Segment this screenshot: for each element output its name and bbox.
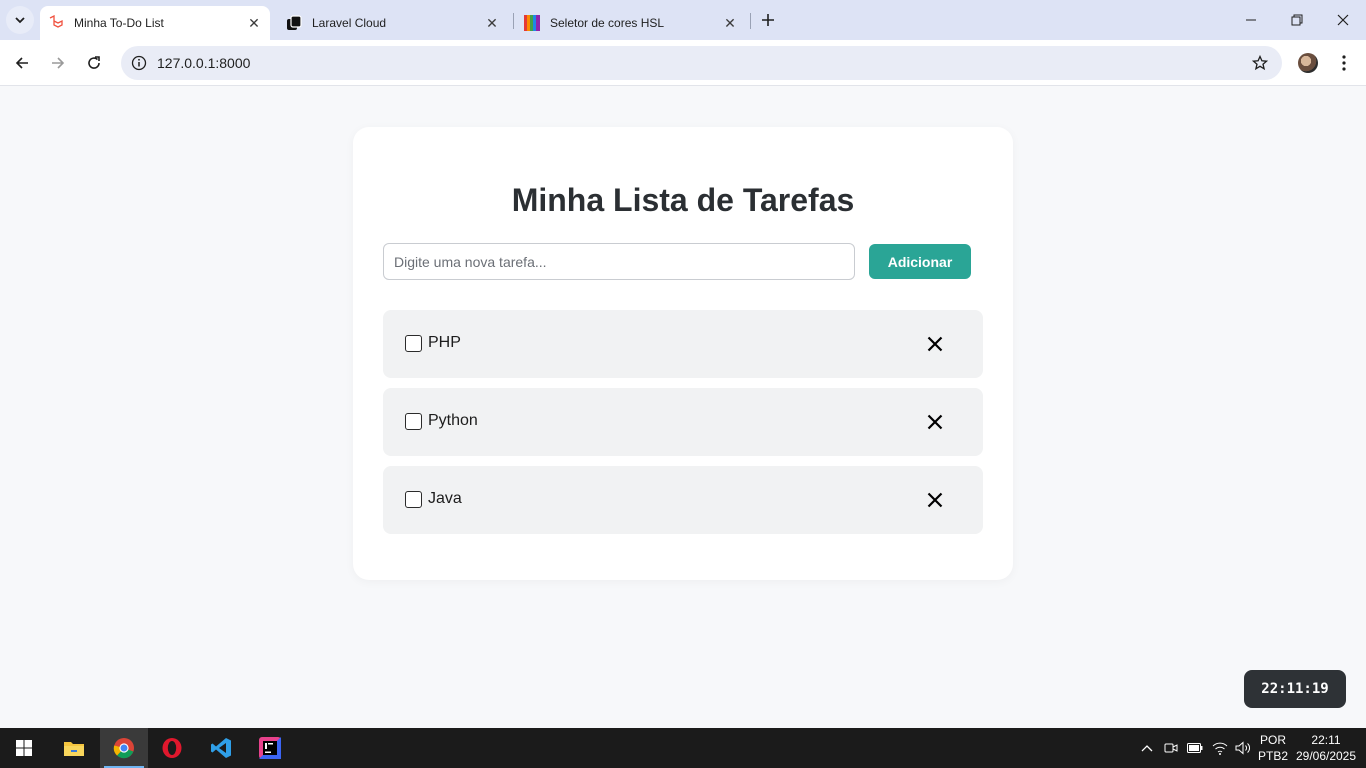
laravel-icon [48, 15, 64, 31]
add-task-button[interactable]: Adicionar [869, 244, 971, 279]
tray-overflow-button[interactable] [1138, 728, 1156, 768]
battery-icon [1187, 743, 1203, 753]
page-title: Minha Lista de Tarefas [511, 182, 855, 218]
browser-tab-bar: Minha To-Do List ✕ Laravel Cloud ✕ Selet… [0, 0, 1366, 40]
close-window-button[interactable] [1320, 0, 1366, 40]
tray-battery[interactable] [1185, 728, 1205, 768]
taskbar-intellij[interactable] [246, 728, 294, 768]
language-code: POR [1259, 733, 1286, 747]
opera-icon [162, 738, 182, 758]
forward-button[interactable] [44, 49, 72, 77]
close-icon [927, 414, 943, 430]
chevron-down-icon [15, 17, 25, 24]
profile-avatar[interactable] [1298, 53, 1318, 73]
back-button[interactable] [8, 49, 36, 77]
task-label: Python [428, 412, 478, 429]
arrow-left-icon [15, 57, 28, 69]
taskbar-vscode[interactable] [197, 728, 245, 768]
restore-button[interactable] [1274, 0, 1320, 40]
tab-title: Seletor de cores HSL [550, 16, 665, 30]
task-label: Java [428, 490, 462, 507]
close-icon[interactable]: ✕ [722, 15, 738, 31]
todo-card: Minha Lista de Tarefas Adicionar PHP Pyt… [353, 127, 1013, 580]
chrome-icon [113, 738, 134, 759]
menu-button[interactable] [1334, 53, 1354, 73]
task-checkbox[interactable] [405, 335, 422, 352]
windows-icon [16, 740, 32, 756]
close-icon [927, 336, 943, 352]
url-text: 127.0.0.1:8000 [157, 55, 251, 71]
task-list: PHP Python Java [383, 310, 983, 544]
taskbar-file-explorer[interactable] [50, 728, 98, 768]
tray-language[interactable]: POR PTB2 [1256, 728, 1290, 768]
wifi-icon [1212, 742, 1228, 755]
minimize-button[interactable] [1228, 0, 1274, 40]
delete-task-button[interactable] [925, 412, 945, 432]
tab-seletor-cores[interactable]: Seletor de cores HSL ✕ [516, 6, 746, 40]
intellij-icon [259, 737, 281, 759]
new-task-input[interactable] [383, 243, 855, 280]
clock-badge: 22:11:19 [1244, 670, 1346, 708]
star-icon[interactable] [1252, 55, 1268, 71]
task-checkbox[interactable] [405, 491, 422, 508]
plus-icon [762, 14, 774, 26]
tab-separator [513, 13, 514, 29]
tab-laravel-cloud[interactable]: Laravel Cloud ✕ [278, 6, 508, 40]
info-icon[interactable] [131, 55, 147, 71]
taskbar: POR PTB2 22:11 29/06/2025 [0, 728, 1366, 768]
tab-title: Laravel Cloud [312, 16, 387, 30]
close-icon [927, 492, 943, 508]
delete-task-button[interactable] [925, 490, 945, 510]
more-vertical-icon [1342, 55, 1346, 71]
taskbar-date: 29/06/2025 [1295, 749, 1357, 763]
taskbar-chrome[interactable] [100, 728, 148, 768]
tab-separator [750, 13, 751, 29]
start-button[interactable] [0, 728, 48, 768]
close-icon [1337, 14, 1349, 26]
keyboard-layout: PTB2 [1257, 749, 1288, 763]
rainbow-icon [524, 15, 540, 31]
reload-button[interactable] [80, 49, 108, 77]
tray-volume[interactable] [1233, 728, 1253, 768]
task-item: Python [383, 388, 983, 456]
arrow-right-icon [52, 57, 65, 69]
reload-icon [88, 56, 100, 69]
tray-wifi[interactable] [1210, 728, 1230, 768]
close-icon[interactable]: ✕ [484, 15, 500, 31]
tray-clock[interactable]: 22:11 29/06/2025 [1294, 728, 1358, 768]
restore-icon [1291, 14, 1303, 26]
speaker-icon [1235, 741, 1250, 755]
minimize-icon [1246, 19, 1256, 21]
browser-toolbar: 127.0.0.1:8000 [0, 40, 1366, 86]
taskbar-opera[interactable] [148, 728, 196, 768]
folder-icon [64, 742, 84, 756]
task-label: PHP [428, 334, 461, 351]
tab-search-button[interactable] [6, 6, 34, 34]
new-tab-button[interactable] [758, 10, 778, 30]
delete-task-button[interactable] [925, 334, 945, 354]
close-icon[interactable]: ✕ [246, 15, 262, 31]
taskbar-time: 22:11 [1311, 733, 1341, 747]
vscode-icon [211, 738, 231, 758]
page-content: Minha Lista de Tarefas Adicionar PHP Pyt… [0, 87, 1366, 728]
chevron-up-icon [1141, 745, 1153, 752]
camera-icon [1164, 743, 1178, 753]
tab-minha-todo[interactable]: Minha To-Do List ✕ [40, 6, 270, 40]
tab-title: Minha To-Do List [74, 16, 164, 30]
address-bar[interactable]: 127.0.0.1:8000 [121, 46, 1282, 80]
tray-camera-mic[interactable] [1162, 728, 1180, 768]
task-checkbox[interactable] [405, 413, 422, 430]
task-item: PHP [383, 310, 983, 378]
laravel-cloud-icon [286, 15, 302, 31]
task-item: Java [383, 466, 983, 534]
